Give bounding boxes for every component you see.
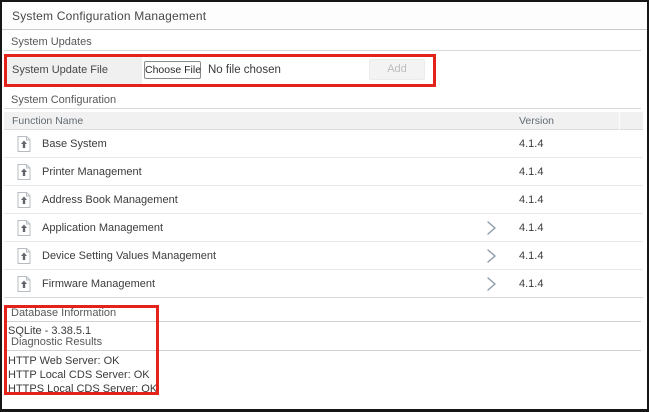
- diagnostic-results-heading: Diagnostic Results: [4, 336, 641, 351]
- function-version: 4.1.4: [519, 158, 543, 186]
- table-row[interactable]: Device Setting Values Management 4.1.4: [4, 242, 643, 270]
- page-header: System Configuration Management: [2, 2, 647, 30]
- document-upload-icon: [17, 164, 31, 180]
- function-name: Firmware Management: [42, 270, 155, 298]
- page-title: System Configuration Management: [12, 9, 206, 23]
- database-information-heading: Database Information: [4, 307, 641, 322]
- table-row[interactable]: Base System 4.1.4: [4, 130, 643, 158]
- function-name: Application Management: [42, 214, 163, 242]
- document-upload-icon: [17, 136, 31, 152]
- column-separator: [619, 112, 620, 130]
- system-configuration-heading: System Configuration: [4, 94, 641, 109]
- function-version: 4.1.4: [519, 214, 543, 242]
- document-upload-icon: [17, 192, 31, 208]
- function-version: 4.1.4: [519, 270, 543, 298]
- function-name: Printer Management: [42, 158, 142, 186]
- diagnostic-result-line: HTTPS Local CDS Server: OK: [8, 382, 157, 396]
- chevron-right-icon: [486, 277, 497, 291]
- diagnostic-result-line: HTTP Web Server: OK: [8, 354, 157, 368]
- choose-file-button[interactable]: Choose File: [144, 61, 201, 79]
- diagnostic-result-line: HTTP Local CDS Server: OK: [8, 368, 157, 382]
- function-table: Base System 4.1.4 Printer Management 4.1…: [4, 130, 643, 298]
- chevron-right-icon: [486, 221, 497, 235]
- diagnostic-results-list: HTTP Web Server: OK HTTP Local CDS Serve…: [8, 354, 157, 396]
- function-name: Device Setting Values Management: [42, 242, 216, 270]
- column-header-version: Version: [519, 115, 554, 127]
- function-table-header: Function Name Version: [4, 112, 643, 130]
- function-name: Address Book Management: [42, 186, 178, 214]
- system-updates-heading: System Updates: [4, 36, 641, 51]
- table-row[interactable]: Address Book Management 4.1.4: [4, 186, 643, 214]
- chevron-right-icon: [486, 249, 497, 263]
- file-chosen-status: No file chosen: [208, 64, 281, 76]
- document-upload-icon: [17, 220, 31, 236]
- document-upload-icon: [17, 276, 31, 292]
- function-name: Base System: [42, 130, 107, 158]
- add-button[interactable]: Add: [369, 59, 425, 80]
- column-header-function-name: Function Name: [12, 115, 83, 127]
- system-configuration-page: System Configuration Management System U…: [0, 0, 649, 412]
- function-version: 4.1.4: [519, 186, 543, 214]
- table-row[interactable]: Printer Management 4.1.4: [4, 158, 643, 186]
- function-version: 4.1.4: [519, 242, 543, 270]
- table-row[interactable]: Firmware Management 4.1.4: [4, 270, 643, 298]
- document-upload-icon: [17, 248, 31, 264]
- function-version: 4.1.4: [519, 130, 543, 158]
- table-row[interactable]: Application Management 4.1.4: [4, 214, 643, 242]
- system-update-file-label: System Update File: [5, 57, 142, 84]
